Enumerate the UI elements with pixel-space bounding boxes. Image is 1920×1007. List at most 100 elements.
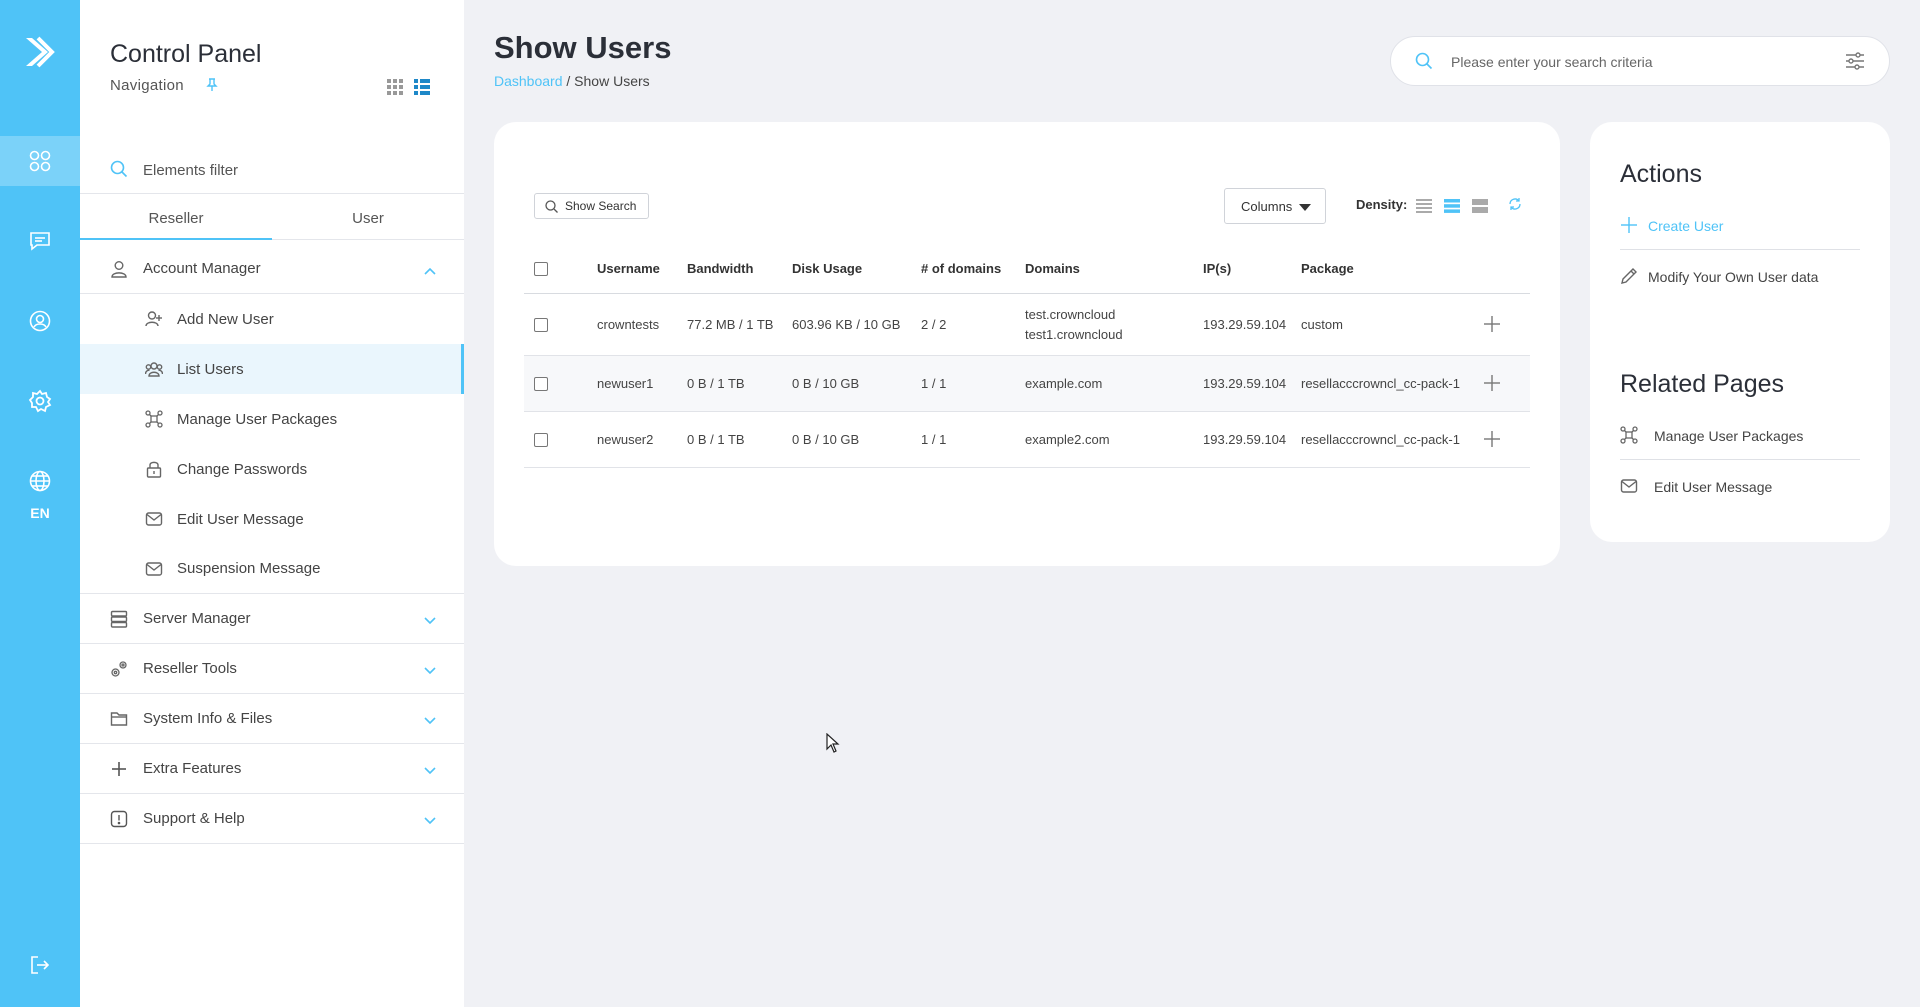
row-checkbox[interactable] [534,433,548,447]
chevron-up-icon[interactable] [424,262,436,279]
language-label[interactable]: EN [0,505,80,521]
columns-dropdown[interactable]: Columns [1224,188,1326,224]
pin-icon[interactable] [206,78,218,97]
search-icon [1415,52,1433,75]
nav-title: Control Panel [110,40,262,68]
nav-tabs: Reseller User [80,198,464,240]
actions-title: Actions [1620,160,1702,188]
account-icon[interactable] [0,296,80,346]
menu-label: Reseller Tools [143,660,237,677]
cell-bandwidth: 0 B / 1 TB [687,432,745,447]
column-header-bandwidth[interactable]: Bandwidth [687,261,753,276]
cell-disk-usage: 0 B / 10 GB [792,376,860,391]
cell-ip: 193.29.59.104 [1203,376,1287,391]
menu-reseller-tools[interactable]: Reseller Tools [80,644,464,694]
column-header-domains[interactable]: Domains [1025,261,1080,276]
row-checkbox[interactable] [534,377,548,391]
search-input[interactable] [1451,51,1821,73]
show-search-button[interactable]: Show Search [534,193,649,219]
sidebar-item-change-passwords[interactable]: Change Passwords [80,444,464,494]
related-edit-user-message[interactable]: Edit User Message [1620,465,1860,511]
chevron-down-icon[interactable] [424,612,436,629]
grid-view-icon[interactable] [387,79,403,100]
sidebar-item-suspension-message[interactable]: Suspension Message [80,544,464,594]
density-compact-icon[interactable] [1416,198,1432,219]
logout-icon[interactable] [0,940,80,990]
expand-row-icon[interactable] [1483,430,1501,453]
elements-filter[interactable]: Elements filter [80,148,464,194]
search-icon [545,200,558,216]
cell-domain[interactable]: example.com [1025,376,1102,391]
mail-icon [145,560,163,578]
column-header-username[interactable]: Username [597,261,660,276]
cell-domain[interactable]: test.crowncloud [1025,307,1115,322]
cell-package: resellacccrowncl_cc-pack-1 [1301,432,1460,447]
column-header-ips[interactable]: IP(s) [1203,261,1231,276]
pencil-icon [1620,267,1638,288]
menu-support-help[interactable]: Support & Help [80,794,464,844]
density-comfortable-icon[interactable] [1472,198,1488,219]
menu-account-manager[interactable]: Account Manager [80,244,464,294]
table-row[interactable]: crowntests 77.2 MB / 1 TB 603.96 KB / 10… [524,294,1530,356]
related-pages-title: Related Pages [1620,370,1785,398]
chevron-down-icon[interactable] [424,662,436,679]
sidebar-item-edit-user-message[interactable]: Edit User Message [80,494,464,544]
expand-row-icon[interactable] [1483,374,1501,397]
messages-icon[interactable] [0,216,80,266]
cell-domain[interactable]: test1.crowncloud [1025,327,1123,342]
breadcrumb-separator: / [562,73,575,89]
menu-account-manager-label: Account Manager [143,260,261,277]
cell-ip: 193.29.59.104 [1203,317,1287,332]
table-row[interactable]: newuser1 0 B / 1 TB 0 B / 10 GB 1 / 1 ex… [524,356,1530,412]
sidebar-item-add-new-user[interactable]: Add New User [80,294,464,344]
density-standard-icon[interactable] [1444,198,1460,219]
column-header-domain-count[interactable]: # of domains [921,261,1001,276]
table-row[interactable]: newuser2 0 B / 1 TB 0 B / 10 GB 1 / 1 ex… [524,412,1530,468]
elements-filter-label: Elements filter [143,162,239,179]
sidebar-item-list-users[interactable]: List Users [80,344,464,394]
action-label: Modify Your Own User data [1648,269,1819,285]
tab-user[interactable]: User [272,198,464,240]
cell-username[interactable]: newuser1 [597,376,653,391]
list-view-icon[interactable] [414,79,430,100]
column-header-package[interactable]: Package [1301,261,1354,276]
sidebar-item-label: Change Passwords [177,460,308,478]
expand-row-icon[interactable] [1483,315,1501,338]
menu-extra-features[interactable]: Extra Features [80,744,464,794]
menu-system-info-files[interactable]: System Info & Files [80,694,464,744]
create-user-action[interactable]: Create User [1620,204,1860,250]
chevron-down-icon[interactable] [424,812,436,829]
chevron-down-icon[interactable] [424,762,436,779]
dashboard-icon[interactable] [0,136,80,186]
refresh-icon[interactable] [1508,197,1522,216]
menu-server-manager[interactable]: Server Manager [80,594,464,644]
settings-icon[interactable] [0,376,80,426]
breadcrumb-dashboard-link[interactable]: Dashboard [494,73,563,89]
column-header-disk-usage[interactable]: Disk Usage [792,261,862,276]
table-header: Username Bandwidth Disk Usage # of domai… [524,244,1530,294]
select-all-checkbox[interactable] [534,262,548,276]
related-label: Manage User Packages [1654,428,1804,444]
cell-domain[interactable]: example2.com [1025,432,1110,447]
cell-username[interactable]: newuser2 [597,432,653,447]
breadcrumb: Dashboard / Show Users [494,73,650,89]
cell-domain-count: 1 / 1 [921,376,947,391]
globe-icon[interactable] [0,456,80,506]
search-options-icon[interactable] [1845,52,1865,75]
row-checkbox[interactable] [534,318,548,332]
tab-reseller[interactable]: Reseller [80,198,272,240]
icon-rail: EN [0,0,80,1007]
users-icon [144,360,164,378]
cell-bandwidth: 0 B / 1 TB [687,376,745,391]
cell-ip: 193.29.59.104 [1203,432,1287,447]
cell-username[interactable]: crowntests [597,317,659,332]
modify-own-user-data-action[interactable]: Modify Your Own User data [1620,255,1860,301]
logo-icon[interactable] [20,32,60,72]
sidebar-item-manage-user-packages[interactable]: Manage User Packages [80,394,464,444]
related-label: Edit User Message [1654,479,1773,495]
plus-icon [110,760,128,778]
related-manage-user-packages[interactable]: Manage User Packages [1620,414,1860,460]
chevron-down-icon[interactable] [424,712,436,729]
nav-subtitle: Navigation [110,77,184,94]
plus-icon [1620,216,1638,237]
